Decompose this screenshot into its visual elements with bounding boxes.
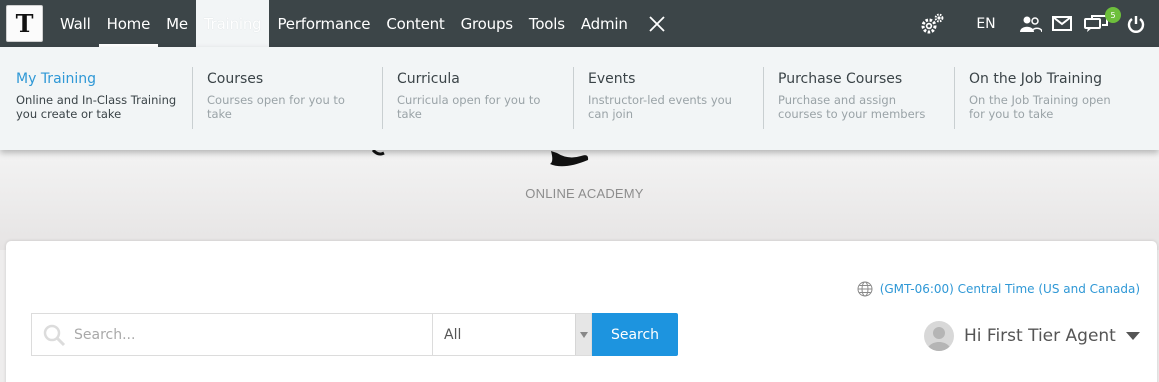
menu-item-title: On the Job Training xyxy=(969,71,1103,87)
close-icon[interactable] xyxy=(636,0,676,47)
people-icon[interactable] xyxy=(1017,0,1045,47)
search-field[interactable] xyxy=(31,313,432,356)
search-scope-select[interactable]: All xyxy=(432,313,592,356)
search-input[interactable] xyxy=(74,326,394,343)
language-selector[interactable]: EN xyxy=(955,0,1017,47)
menu-item-description: On the Job Training open for you to take xyxy=(969,93,1111,121)
nav-item-content[interactable]: Content xyxy=(378,0,452,47)
nav-right-tools: EN 5 xyxy=(909,0,1159,47)
caret-down-icon xyxy=(1125,332,1140,340)
menu-item-courses[interactable]: Courses Courses open for you to take xyxy=(192,67,382,129)
timezone-label: (GMT-06:00) Central Time (US and Canada) xyxy=(879,282,1140,296)
search-button[interactable]: Search xyxy=(592,313,678,356)
logo[interactable]: T xyxy=(6,5,43,42)
search-bar: All Search xyxy=(31,313,678,356)
search-scope-value: All xyxy=(444,326,462,343)
menu-item-title: Curricula xyxy=(397,71,460,87)
nav-item-me[interactable]: Me xyxy=(158,0,196,47)
menu-item-description: Online and In-Class Training you create … xyxy=(16,93,177,121)
nav-item-home[interactable]: Home xyxy=(98,0,159,47)
nav-item-performance[interactable]: Performance xyxy=(269,0,378,47)
menu-item-description: Curricula open for you to take xyxy=(397,93,541,121)
menu-item-description: Instructor-led events you can join xyxy=(588,93,732,121)
menu-item-title: My Training xyxy=(16,71,97,87)
menu-item-events[interactable]: Events Instructor-led events you can joi… xyxy=(573,67,763,129)
top-navigation-bar: T Wall Home Me Training Performance Cont… xyxy=(0,0,1159,47)
academy-caption: ONLINE ACADEMY xyxy=(525,186,644,201)
logo-glyph: T xyxy=(15,9,34,38)
nav-item-groups[interactable]: Groups xyxy=(453,0,521,47)
training-dropdown-menu: My Training Online and In-Class Training… xyxy=(0,47,1159,150)
emblem-fragment-right xyxy=(550,151,589,167)
menu-item-my-training[interactable]: My Training Online and In-Class Training… xyxy=(0,67,192,129)
nav-menu: Wall Home Me Training Performance Conten… xyxy=(52,0,676,47)
language-label: EN xyxy=(976,15,996,32)
menu-item-on-the-job-training[interactable]: On the Job Training On the Job Training … xyxy=(954,67,1134,129)
nav-item-tools[interactable]: Tools xyxy=(521,0,573,47)
menu-item-curricula[interactable]: Curricula Curricula open for you to take xyxy=(382,67,573,129)
menu-item-description: Courses open for you to take xyxy=(207,93,345,121)
gears-icon[interactable] xyxy=(909,0,955,47)
main-content-card: (GMT-06:00) Central Time (US and Canada)… xyxy=(6,241,1157,382)
power-icon[interactable] xyxy=(1113,0,1159,47)
globe-icon xyxy=(857,281,873,297)
menu-item-purchase-courses[interactable]: Purchase Courses Purchase and assign cou… xyxy=(763,67,954,129)
nav-item-admin[interactable]: Admin xyxy=(573,0,636,47)
menu-item-title: Events xyxy=(588,71,636,87)
chat-icon[interactable]: 5 xyxy=(1079,0,1121,47)
chevron-down-icon[interactable] xyxy=(575,314,591,355)
mail-icon[interactable] xyxy=(1045,0,1079,47)
menu-item-title: Courses xyxy=(207,71,264,87)
menu-item-title: Purchase Courses xyxy=(778,71,903,87)
user-greeting: Hi First Tier Agent xyxy=(964,326,1116,346)
avatar xyxy=(924,321,954,351)
nav-item-training[interactable]: Training xyxy=(195,0,270,47)
menu-item-description: Purchase and assign courses to your memb… xyxy=(778,93,926,121)
nav-item-wall[interactable]: Wall xyxy=(52,0,99,47)
timezone-link[interactable]: (GMT-06:00) Central Time (US and Canada) xyxy=(857,281,1140,297)
user-menu[interactable]: Hi First Tier Agent xyxy=(924,321,1140,351)
search-icon xyxy=(43,324,66,346)
